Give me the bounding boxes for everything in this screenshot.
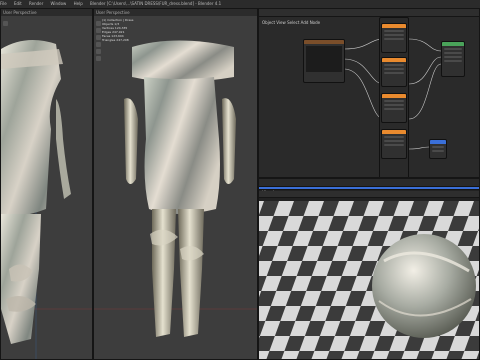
- menu-file[interactable]: File: [0, 1, 7, 6]
- menu-window[interactable]: Window: [51, 1, 67, 6]
- viewport-left[interactable]: User Perspective: [0, 8, 93, 360]
- viewport-main[interactable]: User Perspective (1) Collection | Dress …: [93, 8, 258, 360]
- menu-edit[interactable]: Edit: [14, 1, 22, 6]
- checker-floor-sphere: [259, 201, 479, 359]
- node-1[interactable]: [381, 23, 407, 53]
- dress-model-left: [1, 40, 92, 359]
- render-tab-bar: Viewer: [259, 191, 479, 207]
- menu-help[interactable]: Help: [74, 1, 83, 6]
- node-4[interactable]: [381, 129, 407, 159]
- render-header: View Image: [259, 179, 479, 195]
- node-2[interactable]: [381, 57, 407, 87]
- render-preview-panel[interactable]: View Image Viewer: [258, 178, 480, 360]
- window-title: Blender [C:\Users\...\SATIN DRESS\FUR_dr…: [90, 1, 222, 6]
- render-progress: [259, 187, 479, 190]
- material-output-node[interactable]: [441, 41, 465, 77]
- shader-node-editor[interactable]: Object View Select Add Node: [258, 8, 480, 178]
- menu-render[interactable]: Render: [29, 1, 43, 6]
- color-ramp-node[interactable]: [429, 139, 447, 159]
- node-3[interactable]: [381, 93, 407, 123]
- select-tool-icon[interactable]: [3, 21, 8, 26]
- image-texture-node[interactable]: [303, 39, 345, 83]
- dress-model-main: [94, 40, 257, 337]
